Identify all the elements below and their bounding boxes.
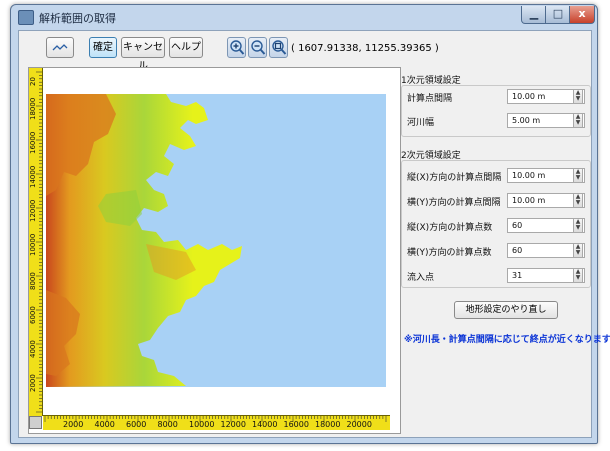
- x-count-spinner[interactable]: ▲ ▼: [573, 218, 583, 233]
- horizontal-ruler-label: 4000: [94, 420, 115, 429]
- vertical-ruler-label: 8000: [29, 272, 37, 290]
- zoom-fit-button[interactable]: [269, 37, 288, 58]
- zoom-in-icon: [230, 40, 245, 55]
- ruler-corner: [29, 416, 42, 429]
- distance-note: ※河川長・計算点間隔に応じて終点が近くなります。: [404, 335, 610, 345]
- vertical-ruler-label: 10000: [29, 233, 37, 256]
- inflow-point-spinner[interactable]: ▲ ▼: [573, 268, 583, 283]
- vertical-ruler-label: 16000: [29, 131, 37, 154]
- vertical-ruler-label: 20: [29, 77, 37, 86]
- zoom-out-icon: [251, 40, 266, 55]
- zoom-in-button[interactable]: [227, 37, 246, 58]
- zoom-out-button[interactable]: [248, 37, 267, 58]
- confirm-button[interactable]: 確定: [89, 37, 117, 58]
- label-x-interval: 縦(X)方向の計算点間隔: [407, 173, 502, 183]
- horizontal-ruler-label: 14000: [252, 420, 278, 429]
- title-bar[interactable]: 解析範囲の取得 ▁ □ x: [11, 5, 597, 29]
- vertical-ruler-label: 14000: [29, 165, 37, 188]
- label-x-count: 縦(X)方向の計算点数: [407, 223, 493, 233]
- y-count-spinner[interactable]: ▲ ▼: [573, 243, 583, 258]
- window-title: 解析範囲の取得: [39, 12, 116, 25]
- y-interval-spinner[interactable]: ▲ ▼: [573, 193, 583, 208]
- vertical-ruler-label: 6000: [29, 306, 37, 324]
- x-interval-spinner[interactable]: ▲ ▼: [573, 168, 583, 183]
- cursor-coordinates: ( 1607.91338, 11255.39365 ): [291, 43, 439, 54]
- vertical-ruler-label: 4000: [29, 340, 37, 358]
- reset-terrain-button[interactable]: 地形設定のやり直し: [454, 301, 558, 319]
- horizontal-ruler-label: 6000: [126, 420, 147, 429]
- application-window: 解析範囲の取得 ▁ □ x 確定 キャンセル ヘルプ: [10, 4, 610, 444]
- label-river-width: 河川幅: [407, 118, 435, 128]
- horizontal-ruler: 2000 4000 6000 8000 10000 12000 14000 16000 1800…: [43, 415, 390, 430]
- river-width-spinner[interactable]: ▲ ▼: [573, 113, 583, 128]
- horizontal-ruler-label: 16000: [283, 420, 309, 429]
- horizontal-ruler-label: 20000: [346, 420, 372, 429]
- help-button[interactable]: ヘルプ: [169, 37, 203, 58]
- horizontal-ruler-label: 2000: [63, 420, 84, 429]
- vertical-ruler-label: 2000: [29, 374, 37, 392]
- label-point-interval: 計算点間隔: [407, 94, 453, 104]
- label-y-interval: 横(Y)方向の計算点間隔: [407, 198, 501, 208]
- label-y-count: 横(Y)方向の計算点数: [407, 248, 492, 258]
- dialog-body: 確定 キャンセル ヘルプ ( 1607.91338: [18, 30, 610, 438]
- label-inflow-point: 流入点: [407, 273, 435, 283]
- terrain-map[interactable]: [46, 94, 386, 387]
- horizontal-ruler-label: 8000: [157, 420, 178, 429]
- profile-line-button[interactable]: [46, 37, 74, 58]
- vertical-ruler: 20 18000 16000 14000 12000 10000 8000 6000 4000 2…: [29, 68, 43, 426]
- horizontal-ruler-label: 10000: [189, 420, 215, 429]
- cancel-button[interactable]: キャンセル: [121, 37, 165, 72]
- minimize-button[interactable]: ▁: [521, 6, 547, 24]
- app-icon: [18, 10, 34, 25]
- horizontal-ruler-label: 12000: [220, 420, 246, 429]
- zoom-fit-icon: [272, 40, 287, 55]
- maximize-button[interactable]: □: [545, 6, 571, 24]
- profile-line-icon: [52, 44, 68, 51]
- close-button[interactable]: x: [569, 6, 595, 24]
- vertical-ruler-label: 12000: [29, 199, 37, 222]
- point-interval-spinner[interactable]: ▲ ▼: [573, 89, 583, 104]
- vertical-ruler-label: 18000: [29, 97, 37, 120]
- horizontal-ruler-label: 18000: [315, 420, 341, 429]
